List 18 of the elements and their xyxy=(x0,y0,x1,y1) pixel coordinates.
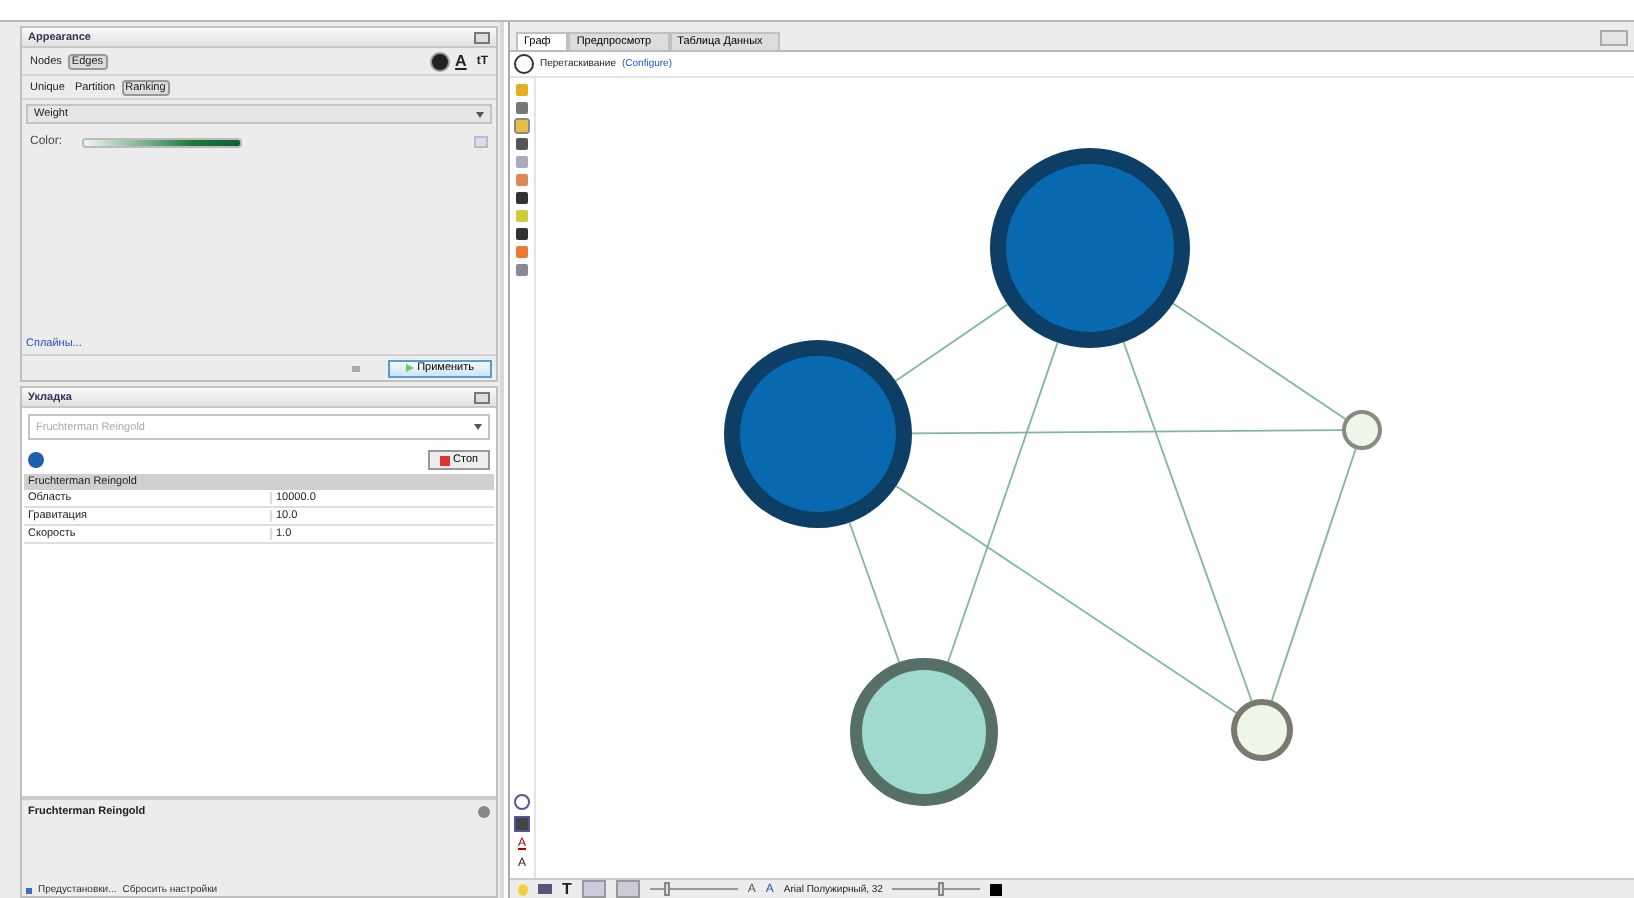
minimize-icon[interactable] xyxy=(474,391,490,403)
color-gradient[interactable] xyxy=(82,137,242,147)
screen-icon[interactable] xyxy=(514,816,530,832)
slider-thumb[interactable] xyxy=(664,882,671,896)
tab-scroll-icon[interactable] xyxy=(1600,30,1628,46)
minimize-icon[interactable] xyxy=(474,31,490,43)
text-icon[interactable]: T xyxy=(562,881,572,897)
graph-node[interactable] xyxy=(724,340,912,528)
color-swatch[interactable] xyxy=(990,883,1003,895)
status-icon xyxy=(478,806,490,818)
graph-node[interactable] xyxy=(1342,410,1382,450)
zoom-icon[interactable] xyxy=(514,794,530,810)
info-icon[interactable] xyxy=(28,452,44,468)
graph-node[interactable] xyxy=(1231,699,1293,761)
graph-node[interactable] xyxy=(850,658,998,806)
text-color-icon[interactable]: A xyxy=(451,52,471,70)
graph-node[interactable] xyxy=(990,148,1190,348)
slider-thumb[interactable] xyxy=(938,882,945,896)
